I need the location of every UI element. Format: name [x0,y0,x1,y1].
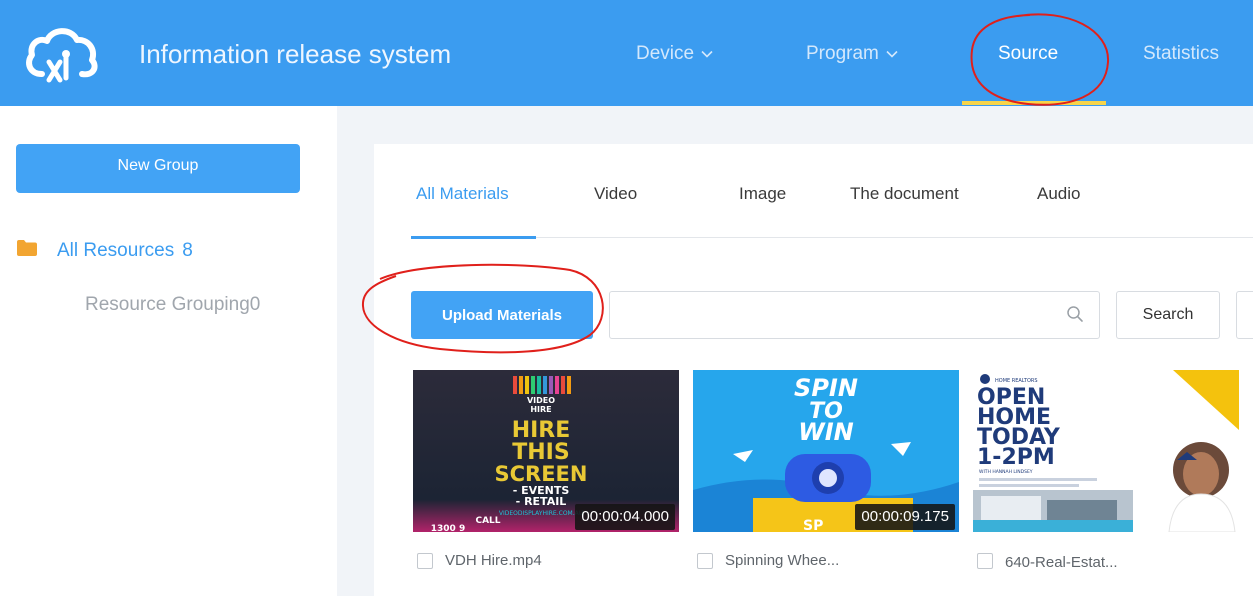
thumb-line5: WITH HANNAH LINDSEY [979,469,1033,475]
thumb-line5: - RETAIL [516,495,567,508]
top-nav-bar: Information release system Device Progra… [0,0,1253,106]
nav-program-label: Program [806,43,879,64]
select-checkbox-real-estate[interactable] [977,553,993,569]
thumb-logo-line1: VIDEO [527,396,555,405]
nav-device[interactable]: Device [636,43,713,65]
thumb-line7: CALL [475,516,500,526]
new-group-button[interactable]: New Group [16,144,300,193]
sidebar-item-all-resources[interactable]: All Resources 8 [57,240,193,262]
cloud-logo-icon [26,28,98,83]
chevron-down-icon [701,50,713,58]
thumb-line6: VIDEODISPLAYHIRE.COM.AU [499,510,583,517]
thumb-line4: SP [803,518,823,532]
thumb-line3: WIN [798,418,854,446]
nav-statistics-label: Statistics [1143,43,1220,64]
nav-device-label: Device [636,43,695,64]
duration-badge: 00:00:04.000 [575,504,675,530]
thumb-line3: SCREEN [495,462,588,486]
active-nav-underline [962,101,1106,105]
thumb-logo-line2: HIRE [530,405,551,414]
thumb-line4: 1-2PM [977,445,1055,470]
duration-badge: 00:00:09.175 [855,504,955,530]
nav-program[interactable]: Program [806,43,898,65]
thumb-header: HOME REALTORS [995,378,1038,384]
nav-source[interactable]: Source [998,43,1058,65]
active-tab-indicator [411,236,536,239]
tabs-divider [411,237,1253,238]
search-icon [1067,306,1083,322]
search-button[interactable]: Search [1116,291,1220,339]
thumbnail-real-estate: HOME REALTORS OPEN HOME TODAY 1-2PM WITH… [973,370,1239,532]
select-checkbox-vdh-hire[interactable] [417,553,433,569]
thumb-line8: 1300 9 [431,524,465,532]
folder-icon [17,240,37,256]
sidebar-item-resource-grouping[interactable]: Resource Grouping0 [85,294,260,316]
tab-image[interactable]: Image [739,184,786,204]
all-resources-count: 8 [182,240,193,261]
search-input[interactable] [609,291,1100,339]
material-card-vdh-hire[interactable]: VIDEO HIRE HIRE THIS SCREEN - EVENTS - R… [413,370,679,532]
chevron-down-icon [886,50,898,58]
material-name: 640-Real-Estat... [1005,554,1118,571]
upload-materials-button[interactable]: Upload Materials [411,291,593,339]
thumb-line1: SPIN [794,374,858,402]
tab-document[interactable]: The document [850,184,959,204]
material-name: Spinning Whee... [725,552,840,569]
reset-button[interactable] [1236,291,1253,339]
material-card-real-estate[interactable]: HOME REALTORS OPEN HOME TODAY 1-2PM WITH… [973,370,1239,532]
material-card-spinning-wheel[interactable]: SPIN TO WIN SP 00:00:09.175 [693,370,959,532]
material-name: VDH Hire.mp4 [445,552,542,569]
tab-all-materials[interactable]: All Materials [416,184,509,204]
select-checkbox-spinning-wheel[interactable] [697,553,713,569]
tab-video[interactable]: Video [594,184,637,204]
nav-source-label: Source [998,43,1059,64]
nav-statistics[interactable]: Statistics [1143,43,1219,65]
app-title: Information release system [139,39,452,69]
all-resources-label: All Resources [57,240,175,261]
tab-audio[interactable]: Audio [1037,184,1080,204]
